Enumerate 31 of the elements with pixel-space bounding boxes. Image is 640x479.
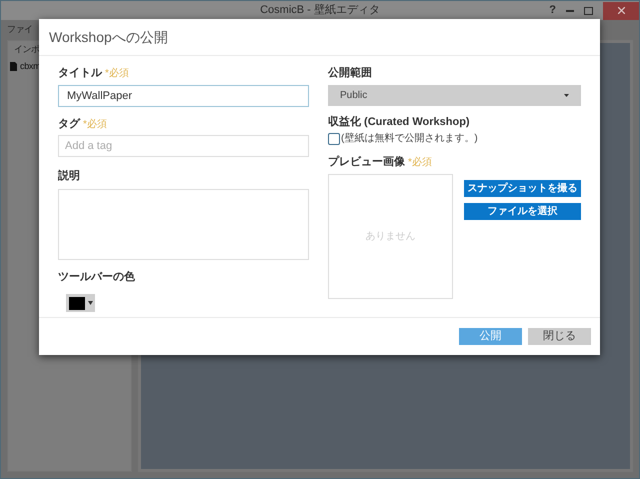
window-title: CosmicB - 壁紙エディタ: [260, 2, 380, 18]
preview-button[interactable]: スナップショットを撮る: [464, 180, 581, 196]
title-input[interactable]: MyWallPaper: [58, 84, 309, 106]
file-icon: [10, 62, 17, 71]
required-mark: *必須: [83, 118, 107, 132]
checkbox-label: (壁紙は無料で公開されます。): [341, 132, 478, 146]
required-mark: *必須: [408, 156, 432, 170]
field-label: タイトル: [58, 66, 102, 81]
preview-button[interactable]: ファイルを選択: [464, 202, 581, 220]
close-icon: [618, 7, 624, 14]
visibility-dropdown[interactable]: Public: [328, 84, 581, 106]
dialog-title: Workshopへの公開: [49, 28, 168, 47]
checkbox[interactable]: [328, 132, 340, 144]
color-picker[interactable]: [66, 294, 95, 312]
field-label: 説明: [58, 168, 80, 184]
required-mark: *必須: [105, 66, 129, 81]
maximize-icon[interactable]: [584, 6, 593, 14]
minimize-icon[interactable]: [566, 10, 574, 12]
footer-button[interactable]: 閉じる: [528, 328, 591, 345]
field-label: プレビュー画像: [328, 154, 405, 170]
sidebar-tab[interactable]: インポ: [14, 43, 40, 56]
field-label: 公開範囲: [328, 66, 372, 81]
menu-item[interactable]: ファイ: [7, 23, 32, 37]
close-button[interactable]: [603, 2, 639, 20]
help-button[interactable]: ?: [549, 2, 556, 19]
caret-icon: [564, 94, 569, 96]
tag-input[interactable]: Add a tag: [58, 135, 309, 157]
field-label: タグ: [58, 116, 80, 132]
caret-icon: [88, 301, 93, 305]
field-label: 収益化 (Curated Workshop): [328, 114, 470, 130]
field-label: ツールバーの色: [58, 270, 135, 284]
